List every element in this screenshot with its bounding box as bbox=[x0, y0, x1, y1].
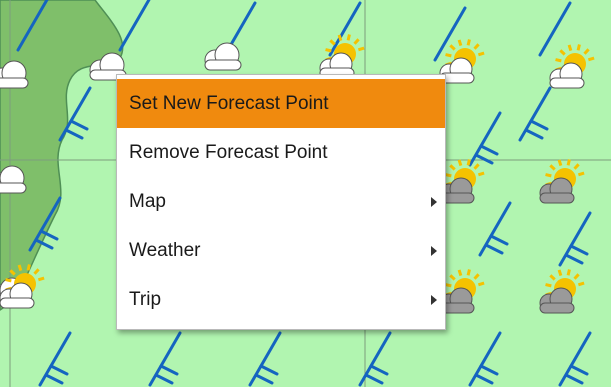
menu-item-remove-forecast-point[interactable]: Remove Forecast Point bbox=[117, 128, 445, 177]
submenu-arrow-icon bbox=[431, 245, 437, 256]
menu-item-label: Map bbox=[129, 191, 166, 212]
menu-item-label: Trip bbox=[129, 289, 162, 310]
menu-item-map[interactable]: Map bbox=[117, 177, 445, 226]
submenu-arrow-icon bbox=[431, 294, 437, 305]
menu-item-label: Set New Forecast Point bbox=[129, 93, 329, 114]
menu-item-weather[interactable]: Weather bbox=[117, 226, 445, 275]
menu-item-label: Weather bbox=[129, 240, 201, 261]
menu-item-set-new-forecast-point[interactable]: Set New Forecast Point bbox=[117, 79, 445, 128]
submenu-arrow-icon bbox=[431, 196, 437, 207]
menu-item-trip[interactable]: Trip bbox=[117, 275, 445, 324]
menu-item-label: Remove Forecast Point bbox=[129, 142, 328, 163]
weather-map-view: Set New Forecast Point Remove Forecast P… bbox=[0, 0, 611, 387]
context-menu: Set New Forecast Point Remove Forecast P… bbox=[116, 74, 446, 330]
